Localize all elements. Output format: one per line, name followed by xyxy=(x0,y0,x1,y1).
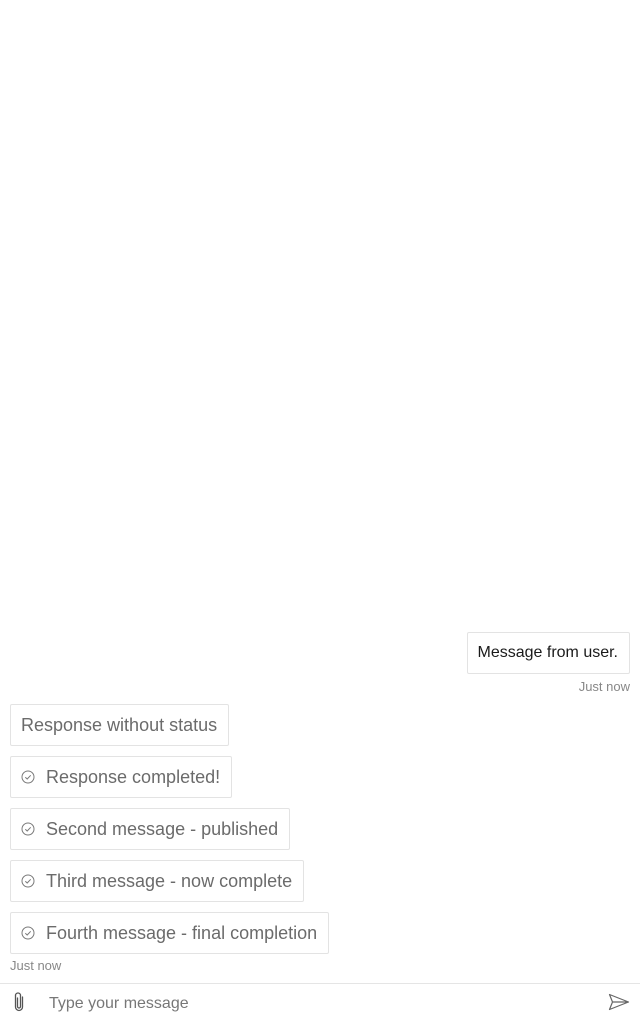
check-circle-icon xyxy=(21,926,35,940)
bot-message-text: Fourth message - final completion xyxy=(46,922,318,943)
bot-message-timestamp: Just now xyxy=(10,958,62,973)
message-input[interactable] xyxy=(49,990,589,1018)
message-composer xyxy=(0,983,640,1024)
bot-message-text: Second message - published xyxy=(46,818,279,839)
send-button[interactable] xyxy=(608,993,630,1016)
send-icon xyxy=(608,993,630,1016)
bot-message-bubble: Fourth message - final completion xyxy=(10,912,330,954)
check-circle-icon xyxy=(21,822,35,836)
user-message-bubble: Message from user. xyxy=(466,632,630,674)
user-message-text: Message from user. xyxy=(477,644,619,661)
paperclip-icon xyxy=(12,991,26,1018)
bot-message-bubble: Third message - now complete xyxy=(10,860,305,902)
bot-message-bubble: Second message - published xyxy=(10,808,291,850)
check-circle-icon xyxy=(21,770,35,784)
bot-message-bubble: Response without status xyxy=(10,704,230,746)
bot-message-text: Response without status xyxy=(21,714,218,735)
bot-message-text: Response completed! xyxy=(46,766,221,787)
user-message-timestamp: Just now xyxy=(578,679,630,694)
attach-button[interactable] xyxy=(11,991,27,1018)
bot-message-list: Response without status Response complet… xyxy=(10,704,330,954)
bot-message-bubble: Response completed! xyxy=(10,756,233,798)
chat-window: Message from user. Just now Response wit… xyxy=(0,0,640,1024)
bot-message-text: Third message - now complete xyxy=(46,870,293,891)
check-circle-icon xyxy=(21,874,35,888)
